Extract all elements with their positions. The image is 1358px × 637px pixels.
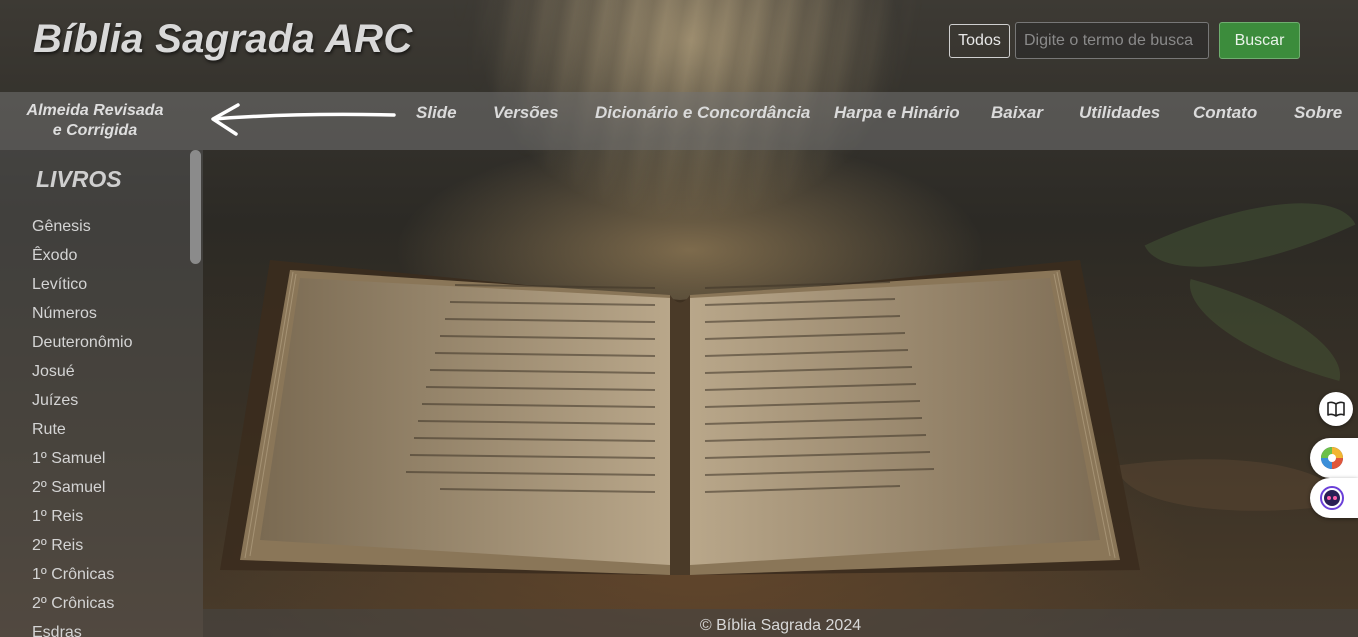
nav-item-baixar[interactable]: Baixar: [991, 103, 1043, 123]
book-item[interactable]: Gênesis: [32, 218, 133, 247]
search-button[interactable]: Buscar: [1219, 22, 1300, 59]
color-palette-icon: [1321, 447, 1343, 469]
book-item[interactable]: 1º Crônicas: [32, 566, 133, 595]
nav-item-utilidades[interactable]: Utilidades: [1079, 103, 1160, 123]
version-label[interactable]: Almeida Revisada e Corrigida: [20, 101, 170, 141]
book-item[interactable]: Levítico: [32, 276, 133, 305]
book-item[interactable]: 1º Samuel: [32, 450, 133, 479]
nav-item-slide[interactable]: Slide: [416, 103, 457, 123]
book-item[interactable]: 2º Crônicas: [32, 595, 133, 624]
book-list: Gênesis Êxodo Levítico Números Deuteronô…: [32, 218, 133, 637]
book-item[interactable]: Rute: [32, 421, 133, 450]
book-item[interactable]: Esdras: [32, 624, 133, 637]
book-item[interactable]: 1º Reis: [32, 508, 133, 537]
left-arrow-icon: [211, 103, 396, 136]
search-bar: Todos Buscar: [949, 22, 1300, 59]
nav-item-versoes[interactable]: Versões: [493, 103, 559, 123]
search-filter-select[interactable]: Todos: [949, 23, 1010, 58]
nav-item-contato[interactable]: Contato: [1193, 103, 1257, 123]
book-open-icon: [1327, 401, 1345, 417]
nav-item-sobre[interactable]: Sobre: [1294, 103, 1342, 123]
book-item[interactable]: Josué: [32, 363, 133, 392]
main-navbar: Almeida Revisada e Corrigida Slide Versõ…: [0, 92, 1358, 150]
extension-assistant-button[interactable]: [1310, 478, 1358, 518]
foliage-decoration: [1144, 161, 1356, 309]
footer-copyright: © Bíblia Sagrada 2024: [203, 609, 1358, 637]
book-item[interactable]: Deuteronômio: [32, 334, 133, 363]
books-heading: LIVROS: [36, 166, 122, 192]
extension-palette-button[interactable]: [1310, 438, 1358, 478]
search-input[interactable]: [1015, 22, 1209, 59]
open-bible-image: [220, 260, 1140, 575]
book-item[interactable]: 2º Samuel: [32, 479, 133, 508]
book-item[interactable]: Juízes: [32, 392, 133, 421]
assistant-face-icon: [1320, 486, 1344, 510]
book-item[interactable]: 2º Reis: [32, 537, 133, 566]
book-item[interactable]: Números: [32, 305, 133, 334]
site-title[interactable]: Bíblia Sagrada ARC: [33, 17, 413, 62]
foliage-decoration: [1175, 279, 1355, 381]
nav-item-dicionario[interactable]: Dicionário e Concordância: [595, 103, 810, 123]
nav-item-harpa[interactable]: Harpa e Hinário: [834, 103, 960, 123]
books-sidebar: LIVROS Gênesis Êxodo Levítico Números De…: [0, 150, 203, 637]
page: Bíblia Sagrada ARC Todos Buscar Almeida …: [0, 0, 1358, 637]
book-item[interactable]: Êxodo: [32, 247, 133, 276]
reader-button[interactable]: [1319, 392, 1353, 426]
